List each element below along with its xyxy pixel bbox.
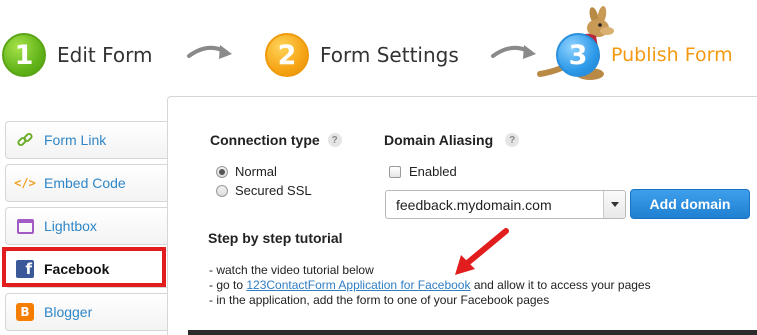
step-publish-form[interactable]: 3 Publish Form — [556, 32, 733, 78]
enabled-label: Enabled — [409, 164, 457, 179]
sidebar-item-form-link[interactable]: Form Link — [5, 121, 168, 159]
step-edit-form[interactable]: 1 Edit Form — [2, 32, 152, 78]
sidebar-item-lightbox[interactable]: Lightbox — [5, 207, 168, 245]
tutorial-step-3: - in the application, add the form to on… — [209, 293, 550, 307]
enabled-checkbox[interactable] — [389, 165, 401, 178]
step-2-badge: 2 — [265, 33, 309, 77]
step-3-badge: 3 — [556, 33, 600, 77]
help-icon[interactable]: ? — [327, 133, 342, 147]
blogger-icon: B — [16, 303, 34, 321]
sidebar-item-label: Lightbox — [44, 218, 97, 234]
code-icon: </> — [14, 176, 36, 190]
sidebar-item-embed-code[interactable]: </> Embed Code — [5, 164, 168, 202]
domain-aliasing-heading: Domain Aliasing ? — [384, 132, 520, 148]
help-icon[interactable]: ? — [505, 133, 520, 147]
domain-select-value: feedback.mydomain.com — [396, 196, 552, 213]
radio-secured-ssl[interactable]: Secured SSL — [216, 183, 312, 198]
sidebar-item-label: Form Link — [44, 132, 107, 148]
sidebar-item-blogger[interactable]: B Blogger — [5, 293, 168, 331]
step-1-badge: 1 — [2, 33, 46, 77]
connection-type-heading: Connection type ? — [210, 132, 342, 148]
enabled-checkbox-row[interactable]: Enabled — [389, 164, 457, 179]
step-3-label: Publish Form — [611, 44, 733, 66]
connection-type-title: Connection type — [210, 132, 320, 148]
tutorial-heading: Step by step tutorial — [208, 230, 343, 246]
publish-sidebar: Form Link </> Embed Code Lightbox f Face… — [2, 121, 168, 335]
radio-button-checked[interactable] — [216, 165, 228, 178]
lightbox-icon — [16, 217, 34, 235]
arrow-right-icon — [491, 45, 536, 59]
tutorial-step-2-prefix: - go to — [209, 278, 247, 292]
domain-aliasing-title: Domain Aliasing — [384, 132, 494, 148]
facebook-settings-panel: Connection type ? Normal Secured SSL Dom… — [167, 96, 757, 335]
tutorial-step-2: - go to 123ContactForm Application for F… — [209, 278, 651, 293]
link-icon — [16, 131, 34, 149]
chevron-down-icon[interactable] — [603, 191, 625, 218]
publish-steps-header: 1 Edit Form 2 Form Settings 3 Publish Fo… — [0, 0, 757, 96]
sidebar-item-label: Facebook — [44, 261, 110, 277]
radio-ssl-label: Secured SSL — [235, 183, 312, 198]
step-1-label: Edit Form — [57, 43, 153, 67]
facebook-icon: f — [16, 260, 34, 278]
radio-button[interactable] — [216, 184, 228, 197]
step-2-label: Form Settings — [320, 43, 459, 67]
tutorial-steps: - watch the video tutorial below - go to… — [209, 263, 651, 308]
add-domain-button[interactable]: Add domain — [630, 189, 750, 219]
radio-normal[interactable]: Normal — [216, 164, 277, 179]
facebook-app-link[interactable]: 123ContactForm Application for Facebook — [246, 278, 470, 292]
video-tutorial-player[interactable] — [188, 330, 757, 335]
step-form-settings[interactable]: 2 Form Settings — [265, 32, 459, 78]
domain-select[interactable]: feedback.mydomain.com — [385, 190, 626, 219]
sidebar-item-facebook[interactable]: f Facebook — [2, 247, 168, 288]
radio-normal-label: Normal — [235, 164, 277, 179]
tutorial-step-1: - watch the video tutorial below — [209, 263, 374, 277]
sidebar-item-label: Embed Code — [44, 175, 126, 191]
sidebar-item-label: Blogger — [44, 304, 93, 320]
tutorial-step-2-suffix: and allow it to access your pages — [470, 278, 651, 292]
arrow-right-icon — [187, 45, 232, 59]
